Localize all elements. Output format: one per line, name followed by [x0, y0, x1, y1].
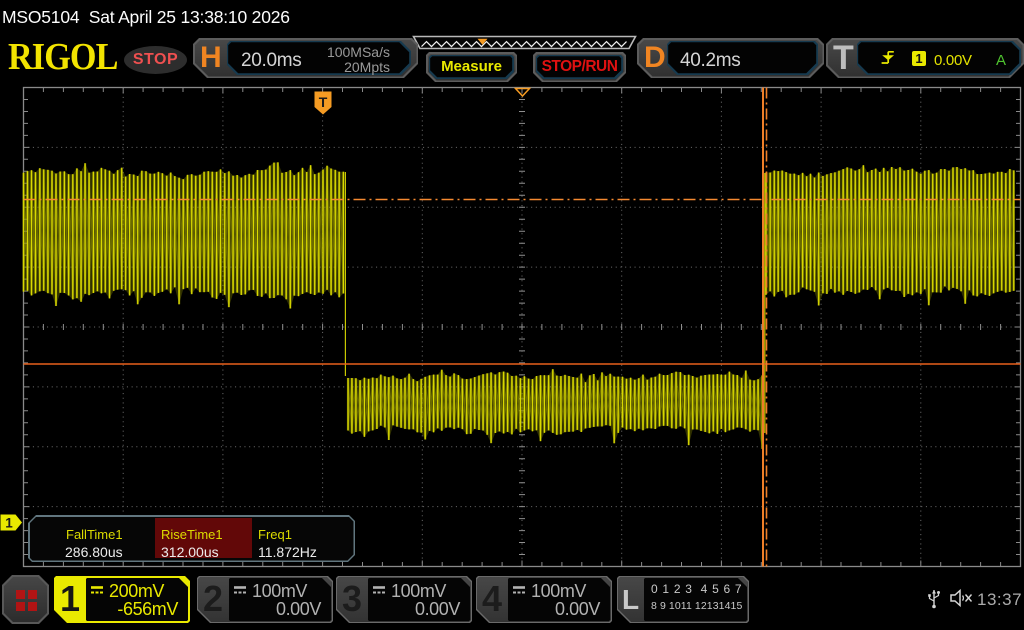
svg-text:1: 1 — [5, 516, 13, 531]
svg-text:T: T — [319, 94, 328, 110]
